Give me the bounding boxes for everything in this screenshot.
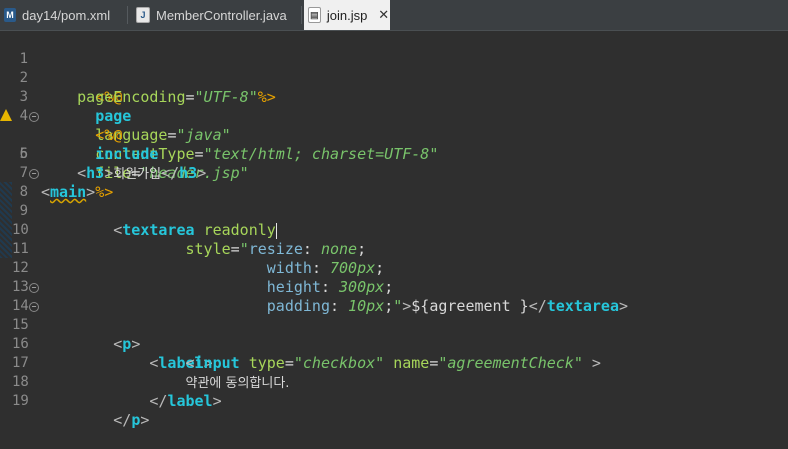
tag-bracket: </: [113, 411, 132, 429]
fold-toggle-icon[interactable]: −: [29, 302, 39, 312]
tab-membercontroller-java[interactable]: J MemberController.java: [132, 0, 300, 30]
tab-separator: [301, 6, 302, 24]
tag-name: p: [131, 411, 141, 429]
code-line: 4: [0, 88, 788, 124]
code-editor[interactable]: 1 <%@ page language="java" contentType="…: [0, 31, 788, 429]
code-line: 16 <input type="checkbox" name="agreemen…: [0, 316, 788, 372]
code-line: 15 − <label>: [0, 297, 788, 372]
tag-name: label: [167, 392, 213, 410]
code-line: 8 −: [0, 164, 788, 200]
maven-file-icon: M: [4, 8, 16, 22]
tab-pom-xml[interactable]: M day14/pom.xml: [0, 0, 126, 30]
code-line: 3 <%@ include file="header.jsp" %>: [0, 69, 788, 201]
tab-separator: [127, 6, 128, 24]
code-line: 19 </p>: [0, 373, 788, 429]
tag-bracket: >: [140, 411, 150, 429]
fold-toggle-icon[interactable]: −: [29, 169, 39, 179]
code-line: 11 width: 700px;: [0, 221, 788, 277]
close-icon[interactable]: ✕: [377, 7, 390, 22]
tab-label: MemberController.java: [156, 7, 287, 23]
tag-bracket: </: [149, 392, 168, 410]
fold-toggle-icon[interactable]: −: [29, 283, 39, 293]
code-line: 13 padding: 10px;">${agreement }</textar…: [0, 259, 788, 315]
code-line: 5 − <main>: [0, 107, 788, 201]
code-line: 10 style="resize: none;: [0, 202, 788, 258]
code-line: 1 <%@ page language="java" contentType="…: [0, 31, 788, 163]
java-file-icon: J: [136, 7, 150, 23]
tab-label: join.jsp: [326, 7, 368, 23]
jsp-file-icon: ▤: [308, 7, 321, 23]
tag-bracket: >: [212, 392, 222, 410]
tab-label: day14/pom.xml: [22, 7, 111, 23]
code-line: 2 pageEncoding="UTF-8"%>: [0, 50, 788, 106]
fold-toggle-icon[interactable]: −: [29, 112, 39, 122]
warning-icon[interactable]: [0, 109, 12, 121]
code-line: 7: [0, 145, 788, 181]
code-line: 17 약관에 동의합니다.: [0, 335, 788, 391]
code-line: 9 <textarea readonly: [0, 183, 788, 239]
code-line: 6 <h3>회원가입</h3>: [0, 126, 788, 182]
code-line: 14 − <p>: [0, 278, 788, 353]
tab-join-jsp[interactable]: ▤ join.jsp ✕: [304, 0, 390, 30]
editor-tab-bar: M day14/pom.xml J MemberController.java …: [0, 0, 788, 31]
code-line: 12 height: 300px;: [0, 240, 788, 296]
code-line: 18 </label>: [0, 354, 788, 410]
